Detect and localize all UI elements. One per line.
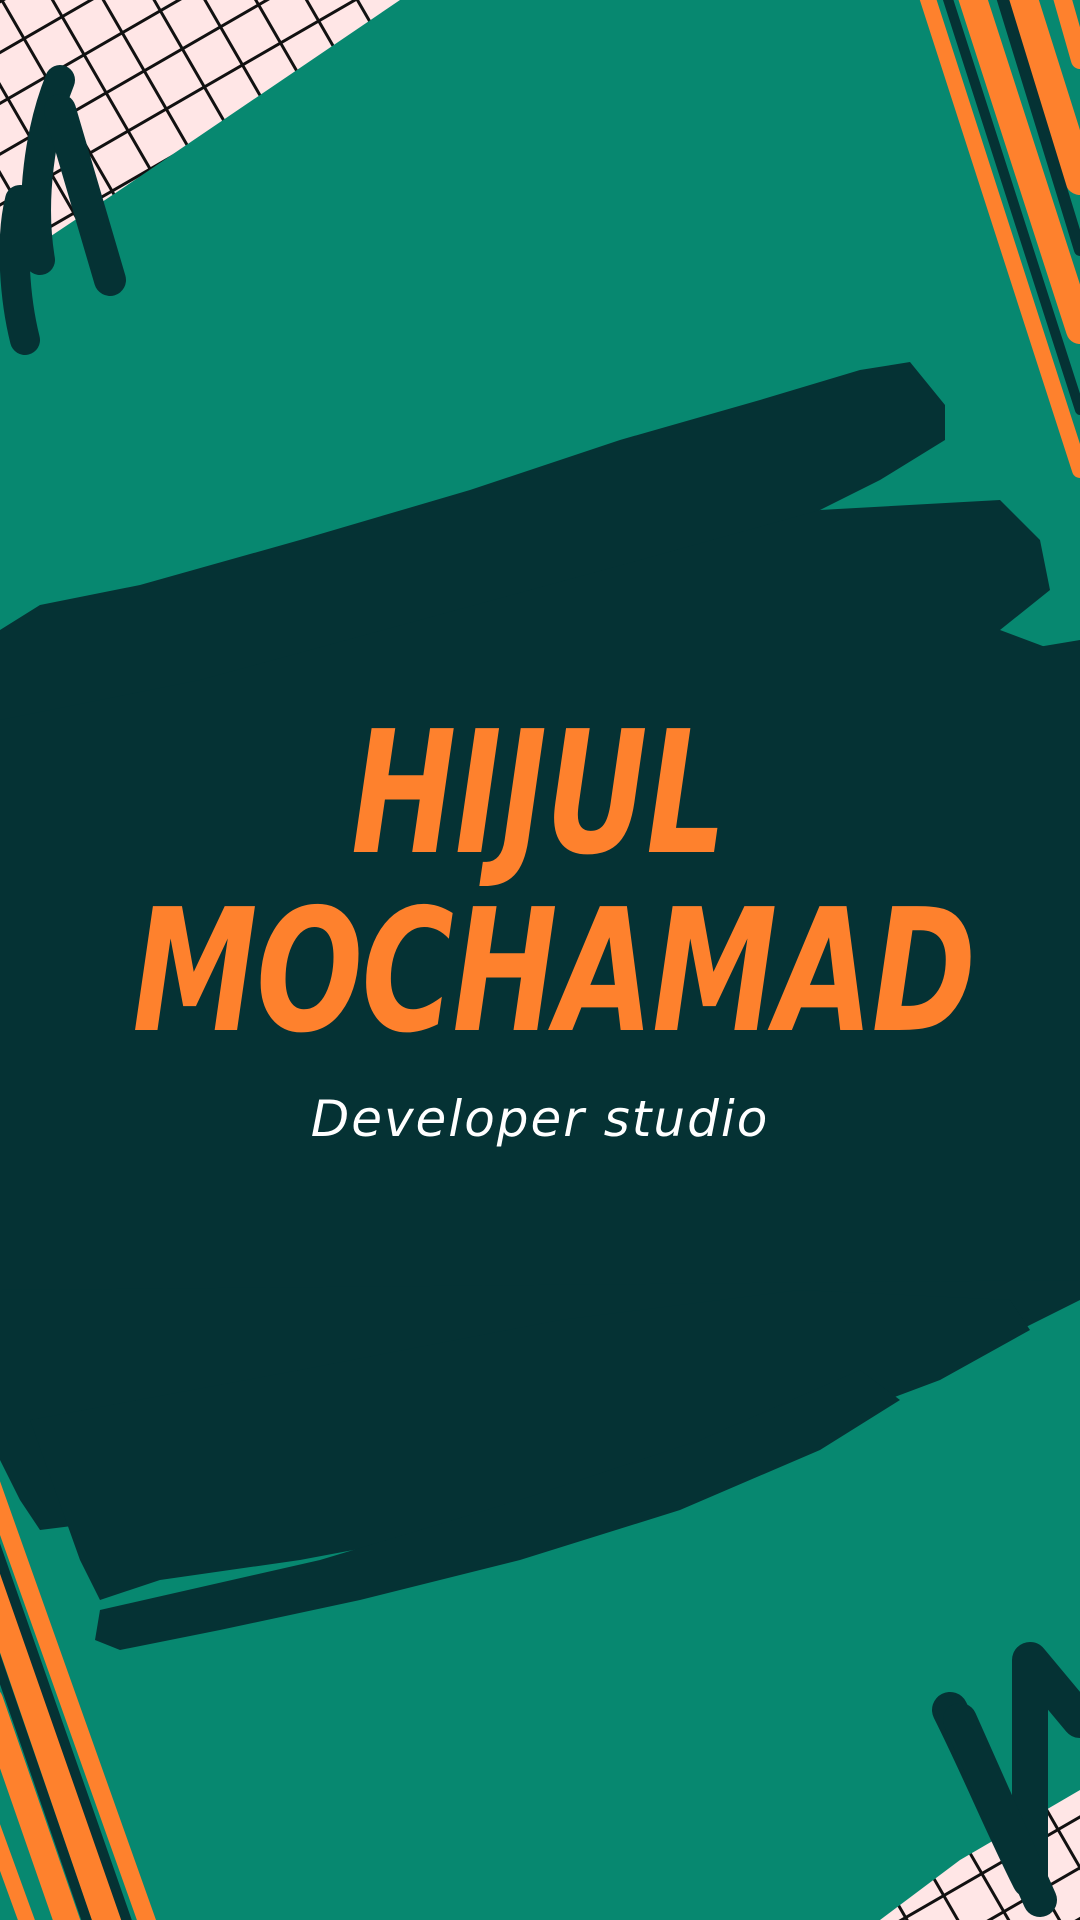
subtitle: Developer studio [310,1090,770,1148]
title-first-name: HIJUL [351,695,726,893]
title-last-name: MOCHAMAD [132,873,976,1071]
poster-canvas: HIJUL MOCHAMAD Developer studio [0,0,1080,1920]
orange-stripes-top-right [919,0,1080,478]
title-block: HIJUL MOCHAMAD [0,705,1080,1061]
